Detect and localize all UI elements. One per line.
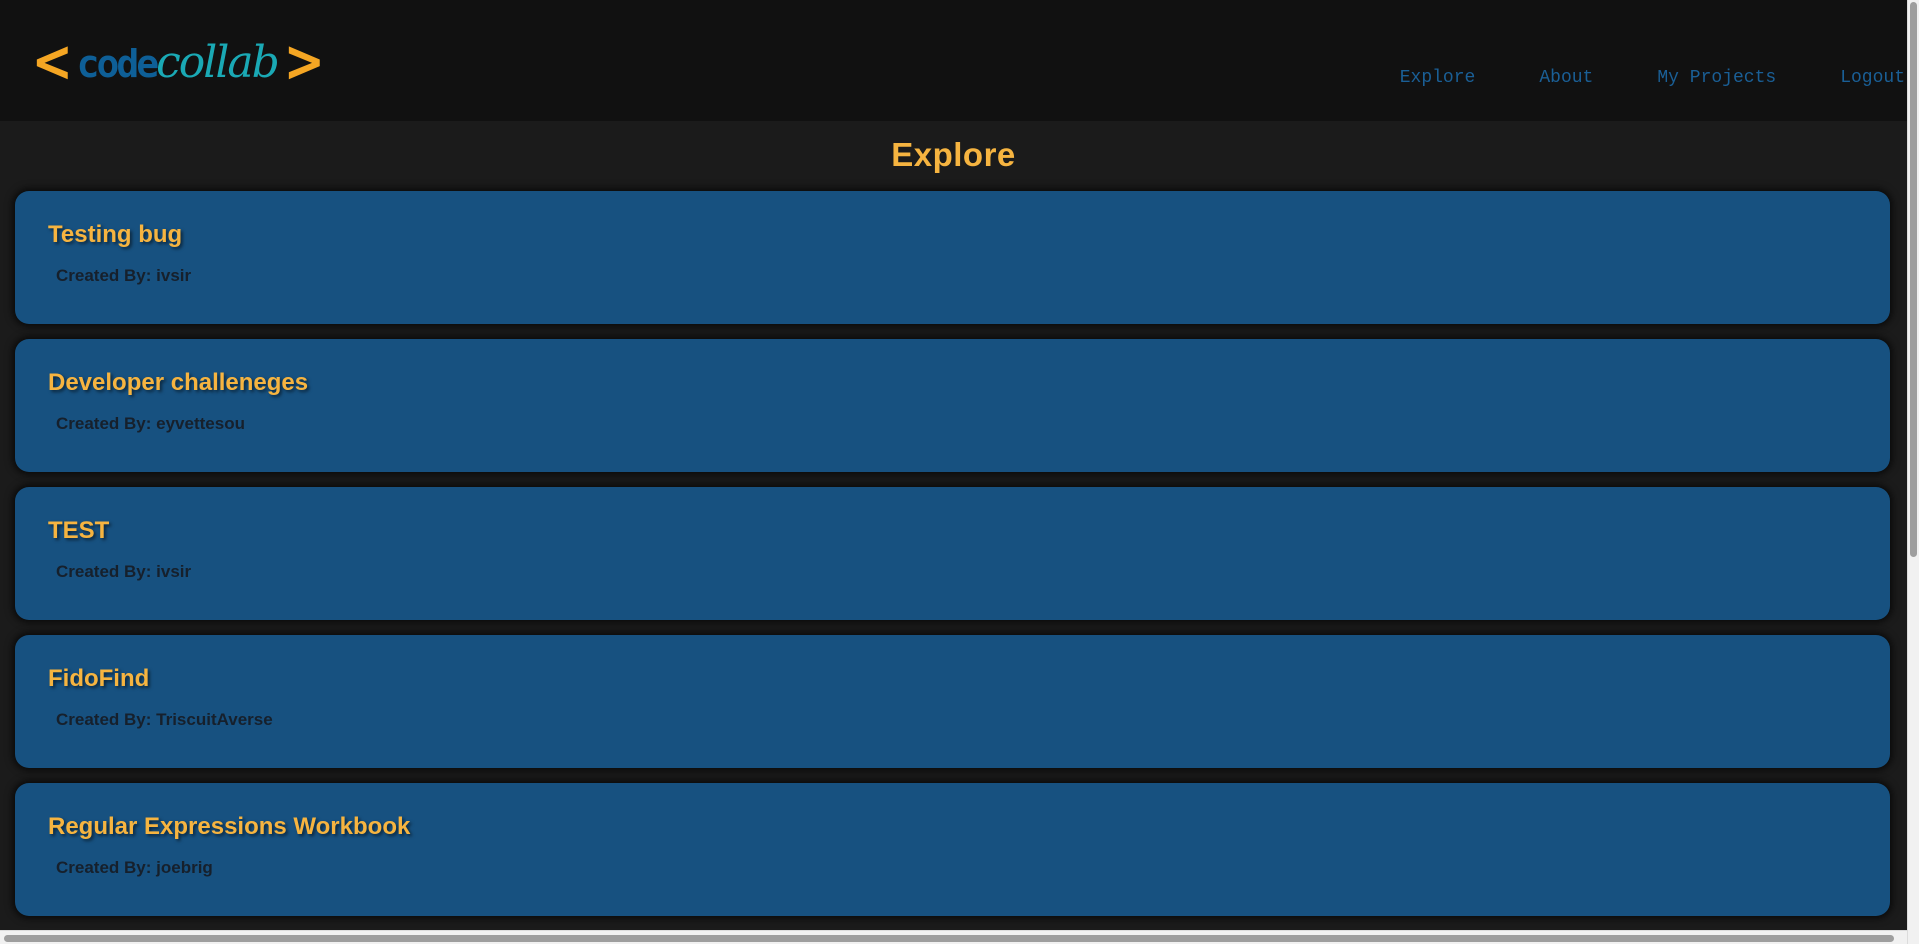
project-card[interactable]: Testing bug Created By: ivsir (15, 191, 1890, 324)
project-card[interactable]: Regular Expressions Workbook Created By:… (15, 783, 1890, 916)
project-creator: Created By: joebrig (56, 858, 213, 877)
nav-my-projects-link[interactable]: My Projects (1657, 68, 1776, 88)
project-title: Developer challeneges (48, 369, 309, 396)
main-nav: Explore About My Projects Logout (1336, 68, 1907, 88)
project-creator: Created By: ivsir (56, 562, 192, 581)
nav-about-link[interactable]: About (1539, 68, 1593, 88)
project-title: Testing bug (48, 221, 183, 248)
vertical-scrollbar[interactable] (1907, 0, 1919, 944)
project-card[interactable]: Developer challeneges Created By: eyvett… (15, 339, 1890, 472)
project-creator: Created By: TriscuitAverse (56, 710, 273, 729)
vertical-scrollbar-thumb[interactable] (1910, 2, 1917, 557)
project-card[interactable]: TEST Created By: ivsir (15, 487, 1890, 620)
logo-collab-text: collab (156, 36, 280, 88)
logo-code-text: code (76, 42, 159, 86)
top-navbar: < code collab > Explore About My Project… (0, 0, 1907, 121)
horizontal-scrollbar-thumb[interactable] (4, 935, 1894, 942)
project-card[interactable]: FidoFind Created By: TriscuitAverse (15, 635, 1890, 768)
logo-close-bracket: > (283, 27, 325, 95)
project-creator: Created By: ivsir (56, 266, 192, 285)
nav-explore-link[interactable]: Explore (1400, 68, 1476, 88)
project-creator: Created By: eyvettesou (56, 414, 245, 433)
logo-open-bracket: < (31, 27, 73, 95)
nav-logout-link[interactable]: Logout (1840, 68, 1905, 88)
project-title: FidoFind (48, 665, 150, 692)
project-title: TEST (48, 517, 110, 544)
project-title: Regular Expressions Workbook (48, 813, 411, 840)
horizontal-scrollbar[interactable] (0, 930, 1907, 944)
codecollab-logo[interactable]: < code collab > (28, 28, 328, 94)
project-list: Testing bug Created By: ivsir Developer … (15, 191, 1890, 931)
page-title: Explore (891, 136, 1016, 173)
page: < code collab > Explore About My Project… (0, 0, 1919, 944)
